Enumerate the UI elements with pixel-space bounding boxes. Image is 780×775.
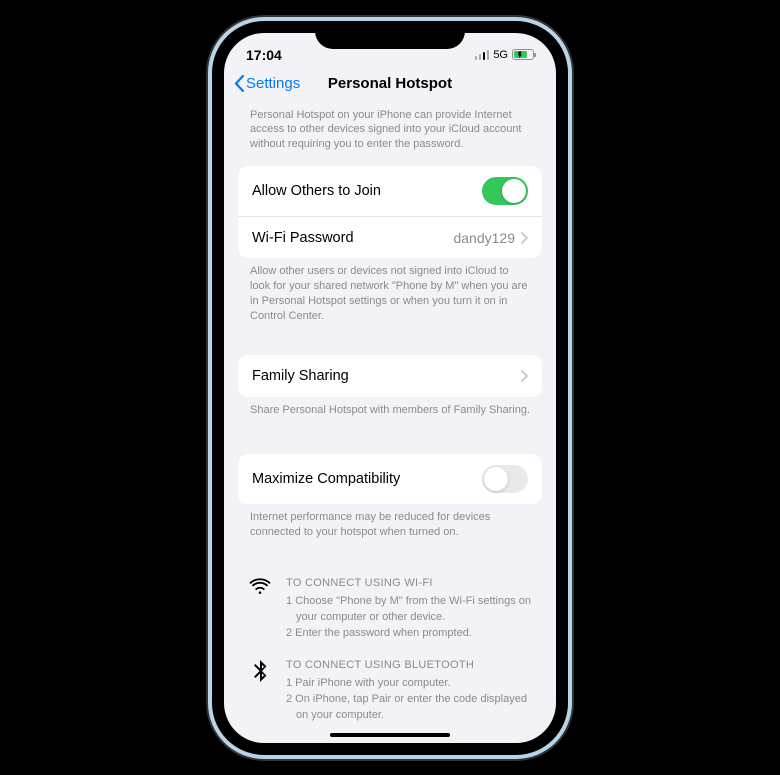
allow-others-toggle[interactable] <box>482 177 528 205</box>
bt-step-2: 2 On iPhone, tap Pair or enter the code … <box>286 692 532 722</box>
bt-step-1: 1 Pair iPhone with your computer. <box>286 676 532 692</box>
back-button[interactable]: Settings <box>234 75 300 92</box>
wifi-instructions: TO CONNECT USING WI-FI 1 Choose "Phone b… <box>238 572 542 654</box>
bluetooth-icon <box>248 658 272 722</box>
page-title: Personal Hotspot <box>328 75 452 92</box>
maximize-compat-label: Maximize Compatibility <box>252 471 400 487</box>
intro-description: Personal Hotspot on your iPhone can prov… <box>238 102 542 167</box>
phone-frame: 17:04 5G Settings <box>208 17 572 759</box>
network-label: 5G <box>493 49 508 61</box>
chevron-right-icon <box>521 232 528 244</box>
family-sharing-row[interactable]: Family Sharing <box>238 355 542 397</box>
maximize-compat-row[interactable]: Maximize Compatibility <box>238 454 542 504</box>
signal-icon <box>475 50 490 60</box>
wifi-icon <box>248 576 272 642</box>
wifi-password-row[interactable]: Wi-Fi Password dandy129 <box>238 216 542 258</box>
status-time: 17:04 <box>246 47 282 63</box>
allow-others-label: Allow Others to Join <box>252 183 381 199</box>
compat-group: Maximize Compatibility <box>238 454 542 504</box>
allow-others-footer: Allow other users or devices not signed … <box>238 258 542 337</box>
wifi-step-1: 1 Choose "Phone by M" from the Wi-Fi set… <box>286 594 532 626</box>
status-right: 5G <box>475 49 534 61</box>
home-indicator[interactable] <box>330 733 450 737</box>
wifi-step-2: 2 Enter the password when prompted. <box>286 626 532 642</box>
compat-footer: Internet performance may be reduced for … <box>238 504 542 554</box>
wifi-password-value: dandy129 <box>453 230 515 246</box>
content-scroll[interactable]: Personal Hotspot on your iPhone can prov… <box>224 102 556 722</box>
screen: 17:04 5G Settings <box>224 33 556 743</box>
family-group: Family Sharing <box>238 355 542 397</box>
allow-others-row[interactable]: Allow Others to Join <box>238 166 542 216</box>
bluetooth-instructions: TO CONNECT USING BLUETOOTH 1 Pair iPhone… <box>238 654 542 722</box>
family-footer: Share Personal Hotspot with members of F… <box>238 397 542 432</box>
bt-heading: TO CONNECT USING BLUETOOTH <box>286 658 532 674</box>
maximize-compat-toggle[interactable] <box>482 465 528 493</box>
nav-bar: Settings Personal Hotspot <box>224 69 556 102</box>
family-sharing-label: Family Sharing <box>252 368 349 384</box>
chevron-right-icon <box>521 370 528 382</box>
wifi-password-label: Wi-Fi Password <box>252 230 354 246</box>
back-label: Settings <box>246 75 300 92</box>
chevron-left-icon <box>234 75 244 92</box>
notch <box>315 21 465 49</box>
battery-icon <box>512 49 534 60</box>
phone-bezel: 17:04 5G Settings <box>212 21 568 755</box>
wifi-heading: TO CONNECT USING WI-FI <box>286 576 532 592</box>
main-group: Allow Others to Join Wi-Fi Password dand… <box>238 166 542 258</box>
